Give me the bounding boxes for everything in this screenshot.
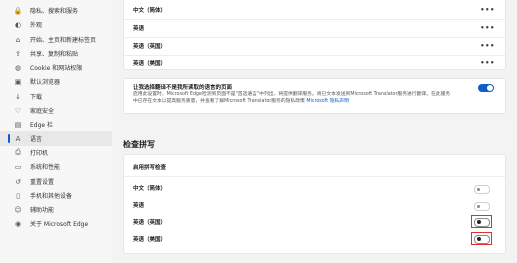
language-label: 英语（英国） <box>133 220 167 226</box>
appearance-icon: ◐ <box>14 20 22 29</box>
share-icon: ⇪ <box>15 49 21 58</box>
sidebar-item-label: 开始、主页和新建标签页 <box>30 37 97 44</box>
sidebar-item-label: Edge 栏 <box>30 122 54 129</box>
spellcheck-language-row: 中文（简体） <box>124 179 505 197</box>
language-label: 英语（美国） <box>133 61 167 67</box>
sidebar-item-label: 共享、复制和粘贴 <box>30 51 79 58</box>
reset-icon: ↺ <box>15 177 21 186</box>
sidebar-item[interactable]: A 语言 <box>0 131 112 146</box>
sidebar-item[interactable]: ▯ 手机和其他设备 <box>0 188 112 203</box>
sidebar-item-label: 隐私、搜索和服务 <box>30 8 79 15</box>
sidebar-item[interactable]: ⎙ 打印机 <box>0 145 112 160</box>
language-row: 英语（美国） ••• <box>124 54 505 72</box>
spellcheck-toggle[interactable] <box>474 218 490 227</box>
sidebar-item[interactable]: ♡ 家庭安全 <box>0 103 112 118</box>
sidebar-item-label: 家庭安全 <box>30 108 55 115</box>
accessibility-icon: ☺ <box>14 205 22 214</box>
language-row: 中文（简体） ••• <box>124 1 505 19</box>
language-icon: A <box>15 134 21 143</box>
lock-icon: 🔒 <box>13 6 23 15</box>
spellcheck-language-row: 英语（美国） <box>124 230 505 248</box>
sidebar-item-label: 外观 <box>30 22 43 29</box>
edge-logo-icon: ◉ <box>14 219 22 228</box>
spellcheck-language-row: 英语 <box>124 196 505 214</box>
language-label: 英语（英国） <box>133 44 167 50</box>
translate-title: 让我选择翻译不是我所读取的语言的页面 <box>133 85 233 91</box>
edge-bar-icon: ▤ <box>14 120 22 129</box>
sidebar-item-label: 打印机 <box>30 150 49 157</box>
sidebar-item[interactable]: ▤ Edge 栏 <box>0 117 112 132</box>
spellcheck-language-row: 英语（英国） <box>124 213 505 231</box>
enable-spellcheck-label: 启用拼写检查 <box>133 165 167 171</box>
sidebar-item[interactable]: ⌂ 开始、主页和新建标签页 <box>0 32 112 47</box>
spellcheck-card: 启用拼写检查 中文（简体） 英语 英语（英国） 英语（美国） <box>123 154 506 254</box>
printer-icon: ⎙ <box>15 148 21 156</box>
sidebar-item-label: 关于 Microsoft Edge <box>30 221 89 228</box>
language-row: 英语（英国） ••• <box>124 37 505 55</box>
sidebar-item[interactable]: ↓ 下载 <box>0 89 112 104</box>
spellcheck-heading: 检查拼写 <box>123 140 155 149</box>
sidebar-item[interactable]: ☺ 辅助功能 <box>0 202 112 217</box>
sidebar-item[interactable]: 🔒 隐私、搜索和服务 <box>0 3 112 18</box>
language-label: 英语 <box>133 26 145 32</box>
family-icon: ♡ <box>14 106 22 115</box>
translate-card: 让我选择翻译不是我所读取的语言的页面 启用此设置时，Microsoft Edge… <box>123 78 506 114</box>
sidebar-item[interactable]: ◉ 关于 Microsoft Edge <box>0 216 112 231</box>
sidebar-item[interactable]: ▣ 默认浏览器 <box>0 74 112 89</box>
sidebar-item[interactable]: ▭ 系统和性能 <box>0 159 112 174</box>
sidebar-item-label: Cookie 和网站权限 <box>30 65 83 72</box>
spellcheck-toggle[interactable] <box>474 202 490 211</box>
language-label: 英语（美国） <box>133 237 167 243</box>
spellcheck-toggle[interactable] <box>474 185 490 194</box>
sidebar-item[interactable]: ◐ 外观 <box>0 17 112 32</box>
sidebar-item[interactable]: ◍ Cookie 和网站权限 <box>0 60 112 75</box>
language-row: 英语 ••• <box>124 19 505 37</box>
more-options-icon[interactable]: ••• <box>480 59 495 67</box>
more-options-icon[interactable]: ••• <box>480 24 495 32</box>
sidebar-item-label: 辅助功能 <box>30 207 55 214</box>
sidebar-item[interactable]: ⇪ 共享、复制和粘贴 <box>0 46 112 61</box>
translate-toggle[interactable] <box>478 84 494 92</box>
more-options-icon[interactable]: ••• <box>480 6 495 14</box>
privacy-statement-link[interactable]: Microsoft 隐私声明 <box>306 99 349 104</box>
sidebar-item-label: 系统和性能 <box>30 164 61 171</box>
browser-icon: ▣ <box>14 77 22 86</box>
preferred-languages-card: 中文（简体） ••• 英语 ••• 英语（英国） ••• 英语（美国） ••• <box>123 0 506 70</box>
language-label: 中文（简体） <box>133 186 167 192</box>
download-icon: ↓ <box>15 92 21 101</box>
sidebar-item[interactable]: ↺ 重置设置 <box>0 174 112 189</box>
phone-icon: ▯ <box>16 191 20 200</box>
sidebar-item-label: 语言 <box>30 136 43 143</box>
sidebar-item-label: 默认浏览器 <box>30 79 61 86</box>
sidebar-item-label: 重置设置 <box>30 179 55 186</box>
sidebar-item-label: 下载 <box>30 94 43 101</box>
more-options-icon[interactable]: ••• <box>480 42 495 50</box>
spellcheck-toggle[interactable] <box>474 235 490 244</box>
language-label: 英语 <box>133 203 145 209</box>
language-label: 中文（简体） <box>133 8 167 14</box>
system-icon: ▭ <box>14 162 22 171</box>
settings-sidebar: 🔒 隐私、搜索和服务 ◐ 外观 ⌂ 开始、主页和新建标签页 ⇪ 共享、复制和粘贴 ◍ Cookie… <box>0 0 112 263</box>
cookie-icon: ◍ <box>14 63 22 72</box>
translate-description: 启用此设置时，Microsoft Edge检测到页面不是"首选语言"中列出，将提… <box>133 92 451 104</box>
home-icon: ⌂ <box>15 35 21 44</box>
sidebar-item-label: 手机和其他设备 <box>30 193 73 200</box>
main-content: 中文（简体） ••• 英语 ••• 英语（英国） ••• 英语（美国） ••• … <box>112 0 517 263</box>
